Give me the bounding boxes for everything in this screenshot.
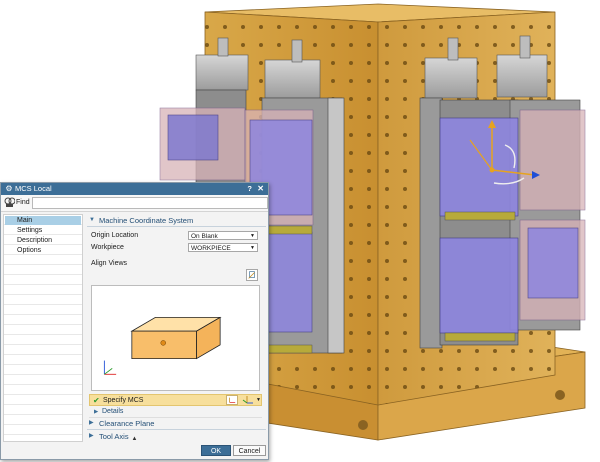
workpiece-label: Workpiece: [91, 244, 124, 251]
chevron-down-icon[interactable]: ▼: [256, 395, 261, 406]
collapse-triangle-icon: ▼: [89, 217, 95, 223]
dialog-titlebar[interactable]: ⚙ MCS Local ? ✕: [1, 183, 268, 195]
origin-location-label: Origin Location: [91, 232, 139, 239]
help-icon[interactable]: ?: [247, 184, 252, 194]
section-divider: [87, 226, 266, 227]
nav-item-description[interactable]: Description: [5, 236, 81, 245]
check-icon: ✔: [93, 396, 100, 405]
specify-mcs-label: Specify MCS: [103, 397, 144, 404]
close-icon[interactable]: ✕: [257, 184, 264, 194]
workpiece-select[interactable]: WORKPIECE ▼: [188, 243, 258, 252]
origin-location-select[interactable]: On Blank ▼: [188, 231, 258, 240]
align-views-icon: [248, 271, 255, 279]
section-divider: [87, 429, 266, 430]
cancel-button[interactable]: Cancel: [233, 445, 266, 456]
section-mcs-header[interactable]: ▼ Machine Coordinate System: [87, 215, 266, 226]
dialog-title: MCS Local: [15, 184, 52, 193]
mcs-preview: [91, 285, 260, 391]
nav-item-main[interactable]: Main: [5, 216, 81, 225]
find-icon: [4, 197, 15, 207]
find-label: Find: [16, 199, 30, 206]
align-views-label: Align Views: [91, 260, 128, 267]
dialog-content: ▼ Machine Coordinate System Origin Locat…: [87, 214, 266, 442]
csys-dialog-icon: [229, 397, 236, 403]
mcs-local-dialog: ⚙ MCS Local ? ✕ Find Main Settings Descr…: [0, 182, 269, 460]
expand-triangle-icon: ▶: [89, 420, 94, 426]
blank-preview-graphic: [103, 316, 222, 375]
chevron-down-icon: ▼: [250, 245, 255, 251]
section-clearance-header[interactable]: ▶ Clearance Plane: [87, 418, 266, 429]
dialog-nav-panel: Main Settings Description Options: [3, 214, 83, 442]
find-bar: Find: [1, 195, 268, 212]
csys-dialog-button[interactable]: [226, 395, 238, 405]
nav-item-settings[interactable]: Settings: [5, 226, 81, 235]
gear-icon: ⚙: [5, 184, 13, 193]
csys-inferred-icon[interactable]: [242, 395, 254, 405]
expand-triangle-icon: ▶: [94, 409, 99, 415]
ok-button[interactable]: OK: [201, 445, 231, 456]
vise-assembly-right-face: [419, 35, 586, 349]
chevron-down-icon: ▼: [250, 233, 255, 239]
details-row[interactable]: ▶ Details: [89, 407, 262, 418]
collapse-chevron-icon[interactable]: ▲: [1, 435, 268, 443]
details-label: Details: [102, 408, 124, 415]
align-views-button[interactable]: [246, 269, 258, 281]
find-input[interactable]: [32, 197, 268, 209]
nav-item-options[interactable]: Options: [5, 246, 81, 255]
specify-mcs-row[interactable]: ✔ Specify MCS ▼: [89, 394, 262, 406]
